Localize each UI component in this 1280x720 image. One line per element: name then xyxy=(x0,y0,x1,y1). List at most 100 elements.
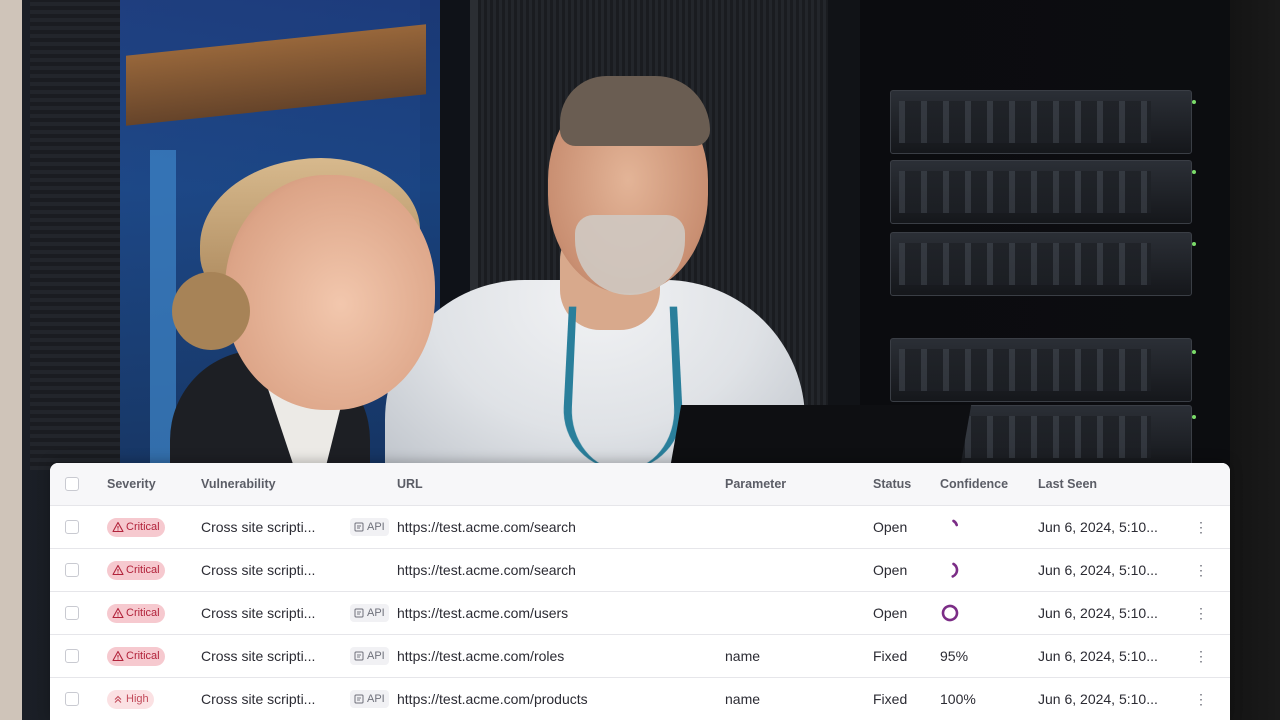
column-header-severity[interactable]: Severity xyxy=(107,463,197,505)
vulnerability-table: Severity Vulnerability URL Parameter Sta… xyxy=(50,463,1230,720)
row-select-cell xyxy=(65,506,85,548)
row-checkbox[interactable] xyxy=(65,649,79,663)
server-unit xyxy=(890,90,1192,154)
status-led xyxy=(1192,242,1196,246)
api-doc-icon xyxy=(354,522,364,532)
url-cell[interactable]: https://test.acme.com/products xyxy=(397,678,717,720)
url-cell[interactable]: https://test.acme.com/roles xyxy=(397,635,717,677)
parameter-cell xyxy=(725,592,845,634)
confidence-value: 95% xyxy=(940,648,969,664)
warning-triangle-icon xyxy=(112,650,124,662)
api-cell: API xyxy=(350,635,392,677)
double-chevron-up-icon xyxy=(114,695,122,703)
confidence-cell xyxy=(940,592,1030,634)
url-cell[interactable]: https://test.acme.com/search xyxy=(397,506,717,548)
url-cell[interactable]: https://test.acme.com/users xyxy=(397,592,717,634)
column-header-last-seen[interactable]: Last Seen xyxy=(1038,463,1188,505)
parameter-cell xyxy=(725,506,845,548)
severity-badge: High xyxy=(107,689,154,709)
confidence-progress-ring xyxy=(941,518,959,536)
vulnerability-name[interactable]: Cross site scripti... xyxy=(201,635,341,677)
column-header-status[interactable]: Status xyxy=(873,463,933,505)
severity-badge: Critical xyxy=(107,560,165,580)
woman-hair-bun xyxy=(172,272,250,350)
confidence-value: 100% xyxy=(940,691,976,707)
table-header: Severity Vulnerability URL Parameter Sta… xyxy=(50,463,1230,506)
row-select-cell xyxy=(65,549,85,591)
table-row[interactable]: Critical Cross site scripti... https://tes… xyxy=(50,549,1230,592)
confidence-cell: 95% xyxy=(940,635,1030,677)
severity-cell: Critical xyxy=(107,506,197,548)
status-led xyxy=(1192,170,1196,174)
row-checkbox[interactable] xyxy=(65,692,79,706)
url-cell[interactable]: https://test.acme.com/search xyxy=(397,549,717,591)
api-tag: API xyxy=(350,604,389,622)
status-cell: Open xyxy=(873,562,908,578)
status-cell: Open xyxy=(873,519,908,535)
column-header-parameter[interactable]: Parameter xyxy=(725,463,845,505)
warning-triangle-icon xyxy=(112,607,124,619)
server-unit xyxy=(890,160,1192,224)
row-actions: ⋮ xyxy=(1193,506,1209,548)
status-cell: Fixed xyxy=(873,691,908,707)
row-actions: ⋮ xyxy=(1193,678,1209,720)
api-tag: API xyxy=(350,690,389,708)
row-select-cell xyxy=(65,678,85,720)
api-cell: API xyxy=(350,592,392,634)
vertical-ellipsis-icon[interactable]: ⋮ xyxy=(1194,649,1208,663)
vertical-ellipsis-icon[interactable]: ⋮ xyxy=(1194,606,1208,620)
severity-cell: Critical xyxy=(107,635,197,677)
api-label: API xyxy=(367,607,385,619)
severity-cell: Critical xyxy=(107,592,197,634)
vulnerability-name[interactable]: Cross site scripti... xyxy=(201,592,341,634)
select-all-cell xyxy=(65,463,85,505)
row-checkbox[interactable] xyxy=(65,563,79,577)
severity-label: Critical xyxy=(126,607,160,619)
parameter-cell: name xyxy=(725,648,761,664)
column-header-confidence[interactable]: Confidence xyxy=(940,463,1030,505)
lanyard xyxy=(560,306,686,471)
vertical-ellipsis-icon[interactable]: ⋮ xyxy=(1194,520,1208,534)
api-tag: API xyxy=(350,518,389,536)
vulnerability-name[interactable]: Cross site scripti... xyxy=(201,549,341,591)
last-seen-cell: Jun 6, 2024, 5:10... xyxy=(1038,605,1158,621)
severity-badge: Critical xyxy=(107,646,165,666)
server-unit xyxy=(890,338,1192,402)
status-led xyxy=(1192,100,1196,104)
vulnerability-name[interactable]: Cross site scripti... xyxy=(201,506,341,548)
api-label: API xyxy=(367,521,385,533)
api-cell: API xyxy=(350,678,392,720)
column-header-vulnerability[interactable]: Vulnerability xyxy=(201,463,341,505)
man-hair xyxy=(560,76,710,146)
row-checkbox[interactable] xyxy=(65,520,79,534)
table-row[interactable]: Critical Cross site scripti... API https://… xyxy=(50,506,1230,549)
server-rack-left xyxy=(30,0,120,470)
api-cell: API xyxy=(350,506,392,548)
severity-label: High xyxy=(126,693,149,705)
severity-label: Critical xyxy=(126,650,160,662)
vulnerability-name[interactable]: Cross site scripti... xyxy=(201,678,341,720)
status-cell: Open xyxy=(873,605,908,621)
status-led xyxy=(1192,350,1196,354)
column-header-url[interactable]: URL xyxy=(397,463,717,505)
status-led xyxy=(1192,415,1196,419)
row-select-cell xyxy=(65,635,85,677)
confidence-progress-ring xyxy=(941,561,959,579)
api-doc-icon xyxy=(354,651,364,661)
parameter-cell xyxy=(725,549,845,591)
table-row[interactable]: Critical Cross site scripti... API https://… xyxy=(50,635,1230,678)
vertical-ellipsis-icon[interactable]: ⋮ xyxy=(1194,692,1208,706)
api-tag: API xyxy=(350,647,389,665)
table-row[interactable]: High Cross site scripti... API https://test… xyxy=(50,678,1230,720)
vertical-ellipsis-icon[interactable]: ⋮ xyxy=(1194,563,1208,577)
parameter-cell: name xyxy=(725,691,761,707)
api-doc-icon xyxy=(354,608,364,618)
warning-triangle-icon xyxy=(112,564,124,576)
select-all-checkbox[interactable] xyxy=(65,477,79,491)
row-checkbox[interactable] xyxy=(65,606,79,620)
server-unit xyxy=(890,232,1192,296)
table-row[interactable]: Critical Cross site scripti... API https://… xyxy=(50,592,1230,635)
row-actions: ⋮ xyxy=(1193,592,1209,634)
last-seen-cell: Jun 6, 2024, 5:10... xyxy=(1038,691,1158,707)
confidence-cell xyxy=(940,506,1030,548)
